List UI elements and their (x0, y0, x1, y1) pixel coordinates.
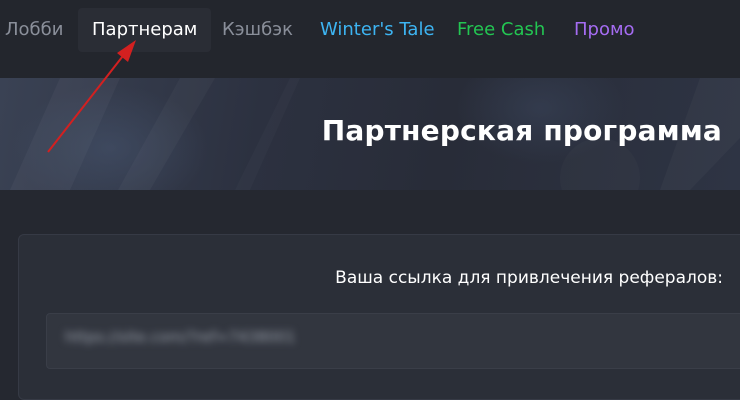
page-title: Партнерская программа (321, 114, 722, 147)
referral-link-value: https://site.com/?ref=7438001 (65, 328, 296, 346)
nav-item-cashback[interactable]: Кэшбэк (222, 8, 293, 52)
referral-link-label: Ваша ссылка для привлечения рефералов: (335, 268, 723, 288)
nav-item-label: Кэшбэк (222, 19, 293, 40)
nav-item-winters-tale[interactable]: Winter's Tale (320, 8, 435, 52)
nav-item-label: Winter's Tale (320, 19, 435, 40)
nav-item-label: Free Cash (457, 19, 546, 40)
nav-item-promo[interactable]: Промо (574, 8, 635, 52)
referral-link-field[interactable]: https://site.com/?ref=7438001 (46, 313, 740, 369)
nav-item-free-cash[interactable]: Free Cash (457, 8, 545, 52)
nav-item-label: Партнерам (92, 19, 198, 40)
nav-item-partners[interactable]: Партнерам (78, 8, 212, 52)
hero-banner: Партнерская программа (0, 78, 740, 190)
nav-item-label: Лобби (5, 19, 64, 40)
nav-item-lobby[interactable]: Лобби (5, 8, 63, 52)
top-navigation: Лобби Партнерам Кэшбэк Winter's Tale Fre… (0, 0, 740, 78)
nav-item-label: Промо (574, 19, 635, 40)
